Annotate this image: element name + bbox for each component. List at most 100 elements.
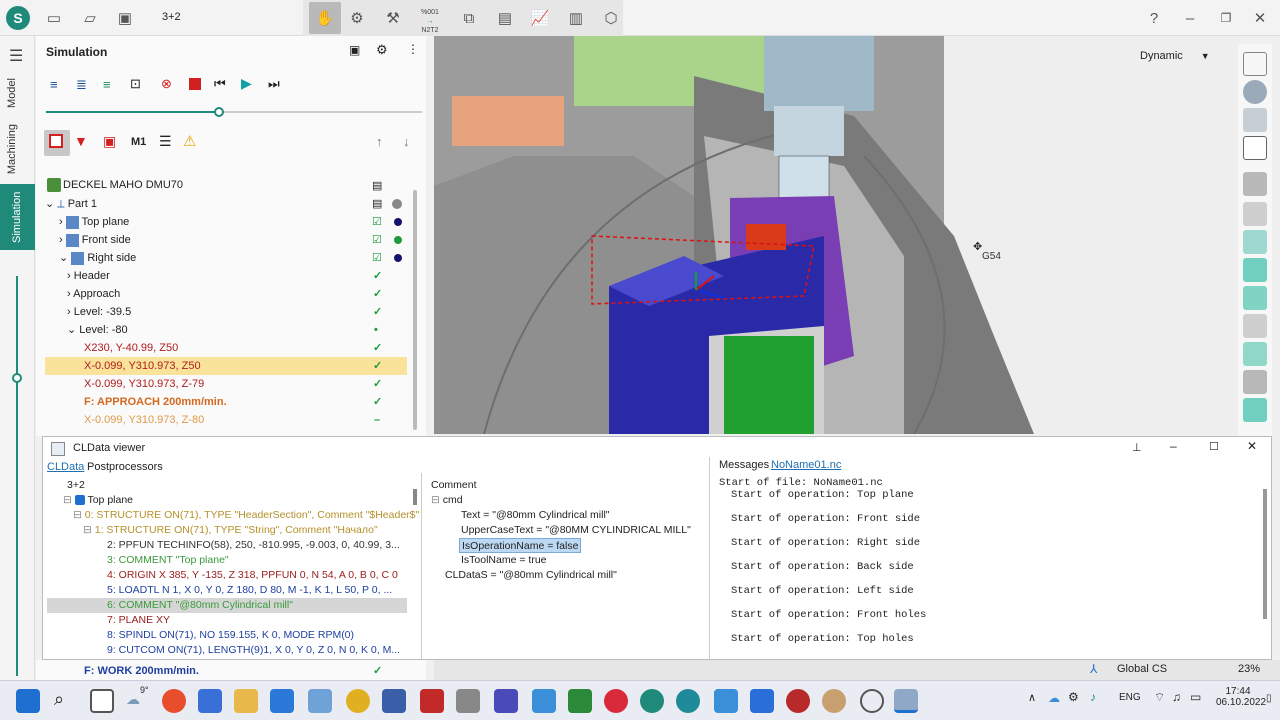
tree-row-top-plane[interactable]: › Top plane ☑ bbox=[45, 213, 407, 231]
slack-icon[interactable] bbox=[494, 689, 518, 713]
save-icon[interactable]: ▣ bbox=[113, 6, 137, 30]
menu-icon[interactable]: ☰ bbox=[9, 46, 23, 66]
collision-tool-icon[interactable]: ▼ bbox=[74, 133, 88, 149]
cld-maximize-icon[interactable]: ☐ bbox=[1209, 440, 1219, 453]
save-app-icon[interactable] bbox=[382, 689, 406, 713]
wifi-icon[interactable]: ⌔ bbox=[1154, 690, 1165, 705]
close-icon[interactable]: ✕ bbox=[1248, 6, 1272, 30]
tool-m-icon[interactable]: M1 bbox=[131, 136, 146, 148]
warning-icon[interactable]: ⚠ bbox=[183, 132, 196, 150]
notifications-icon[interactable]: ▯ bbox=[1266, 693, 1272, 704]
open-folder-icon[interactable]: ▱ bbox=[78, 6, 102, 30]
tree-row-feed-approach[interactable]: F: APPROACH 200mm/min. ✓ bbox=[45, 393, 407, 411]
cld-minimize-icon[interactable]: – bbox=[1170, 439, 1177, 453]
tab-model[interactable]: Model bbox=[6, 78, 18, 108]
cld-close-icon[interactable]: ✕ bbox=[1247, 439, 1257, 453]
tool-view-7-icon[interactable] bbox=[1243, 342, 1267, 366]
machine-panel-icon[interactable]: ▤ bbox=[493, 6, 517, 30]
save-panel-icon[interactable]: ▣ bbox=[349, 43, 360, 57]
app-dc-icon[interactable] bbox=[420, 689, 444, 713]
layers-icon[interactable]: ▥ bbox=[564, 6, 588, 30]
help-icon[interactable]: ? bbox=[1142, 6, 1166, 30]
tree-row-approach[interactable]: › Approach ✓ bbox=[45, 285, 407, 303]
app-logo-icon[interactable]: S bbox=[6, 6, 30, 30]
view-mode-select[interactable]: Dynamic ▼ bbox=[1140, 50, 1210, 62]
clock[interactable]: 17:44 06.10.2022 bbox=[1216, 686, 1266, 708]
3d-viewport[interactable] bbox=[434, 36, 1240, 434]
target-icon[interactable]: ⊡ bbox=[130, 76, 141, 92]
tool-view-4-icon[interactable] bbox=[1243, 258, 1267, 282]
minimize-icon[interactable]: – bbox=[1178, 6, 1202, 30]
tab-cldata[interactable]: CLData bbox=[47, 461, 84, 473]
stop-icon[interactable] bbox=[189, 78, 201, 90]
tool-view-5-icon[interactable] bbox=[1243, 286, 1267, 310]
pin-icon[interactable]: ⊥ bbox=[1132, 441, 1142, 454]
app-pen-icon[interactable] bbox=[714, 689, 738, 713]
word-icon[interactable] bbox=[532, 689, 556, 713]
tool-view-9-icon[interactable] bbox=[1243, 398, 1267, 422]
cld-line-7[interactable]: 7: PLANE XY bbox=[107, 613, 170, 628]
vscode-icon[interactable] bbox=[750, 689, 774, 713]
nc-program-icon[interactable]: %001 → N2T2 bbox=[421, 8, 439, 35]
tree-row-right-side[interactable]: ⌄ Right side ☑ bbox=[45, 249, 407, 267]
sprutcam-2-icon[interactable] bbox=[676, 689, 700, 713]
tree-row-front-side[interactable]: › Front side ☑ bbox=[45, 231, 407, 249]
list-view-icon[interactable]: ≡ bbox=[50, 77, 58, 92]
weather-icon[interactable]: ☁ bbox=[126, 691, 140, 708]
cld-line-3[interactable]: 3: COMMENT "Top plane" bbox=[107, 553, 229, 568]
lang-indicator[interactable]: ENG bbox=[1119, 692, 1141, 703]
comment-prop-isopname[interactable]: IsOperationName = false bbox=[459, 538, 582, 553]
cld-line-6-row[interactable]: 6: COMMENT "@80mm Cylindrical mill" bbox=[47, 598, 407, 613]
cld-line-5[interactable]: 5: LOADTL N 1, X 0, Y 0, Z 180, D 80, M … bbox=[107, 583, 392, 598]
timeline-slider[interactable] bbox=[16, 276, 18, 676]
tab-nc-file[interactable]: NoName01.nc bbox=[771, 459, 841, 471]
play-icon[interactable]: ▶ bbox=[241, 75, 252, 92]
tool-view-3-icon[interactable] bbox=[1243, 230, 1267, 254]
tree-row-move-3[interactable]: X-0.099, Y310.973, Z-79 ✓ bbox=[45, 375, 407, 393]
tab-simulation[interactable]: Simulation bbox=[0, 184, 35, 250]
wireframe-view-icon[interactable] bbox=[1243, 136, 1267, 160]
tray-chevron-icon[interactable]: ∧ bbox=[1028, 691, 1036, 704]
tray-settings-icon[interactable]: ⚙ bbox=[1068, 690, 1079, 704]
settings-icon[interactable]: ⚙ bbox=[376, 42, 388, 58]
comment-prop-uppercase[interactable]: UpperCaseText = "@80MM CYLINDRICAL MILL" bbox=[461, 523, 691, 538]
search-icon[interactable]: ⌕ bbox=[54, 689, 64, 710]
list-numbered-icon[interactable]: ≣ bbox=[76, 77, 87, 93]
more-icon[interactable]: ⋮ bbox=[407, 42, 419, 56]
app-grid-icon[interactable] bbox=[456, 689, 480, 713]
comment-prop-istoolname[interactable]: IsToolName = true bbox=[461, 553, 547, 568]
excel-icon[interactable] bbox=[568, 689, 592, 713]
start-icon[interactable] bbox=[16, 689, 40, 713]
sprutcam-red-icon[interactable] bbox=[604, 689, 628, 713]
tray-mic-icon[interactable]: ♪ bbox=[1090, 690, 1096, 704]
zoom-meetings-icon[interactable] bbox=[270, 689, 294, 713]
tool-view-1-icon[interactable] bbox=[1243, 172, 1267, 196]
cld-line-1[interactable]: ⊟ 1: STRUCTURE ON(71), TYPE "String", Co… bbox=[83, 523, 378, 538]
cld-line-4[interactable]: 4: ORIGIN X 385, Y -135, Z 318, PPFUN 0,… bbox=[107, 568, 398, 583]
connections-icon[interactable]: ⧉ bbox=[457, 6, 481, 30]
tray-cloud-icon[interactable]: ☁ bbox=[1048, 691, 1060, 705]
tool-view-2-icon[interactable] bbox=[1243, 202, 1267, 226]
avatar-app-icon[interactable] bbox=[822, 689, 846, 713]
msg-scrollbar[interactable] bbox=[1263, 489, 1267, 619]
chrome-icon[interactable] bbox=[346, 689, 370, 713]
comment-cmd[interactable]: ⊟ cmd bbox=[431, 493, 463, 508]
cld-line-0[interactable]: ⊟ 0: STRUCTURE ON(71), TYPE "HeaderSecti… bbox=[73, 508, 419, 523]
volume-icon[interactable]: ♫ bbox=[1172, 690, 1181, 704]
app-circle-icon[interactable] bbox=[860, 689, 884, 713]
task-view-icon[interactable] bbox=[90, 689, 114, 713]
tree-row-move-4[interactable]: X-0.099, Y310.973, Z-80– bbox=[45, 411, 407, 429]
tree-row-part[interactable]: ⌄ ⟂ Part 1 ▤ bbox=[45, 195, 407, 213]
sprutcam-icon[interactable] bbox=[640, 689, 664, 713]
tree-row-move-2[interactable]: X-0.099, Y310.973, Z50 ✓ bbox=[45, 357, 407, 375]
app-red-icon[interactable] bbox=[786, 689, 810, 713]
tool-view-6-icon[interactable] bbox=[1243, 314, 1267, 338]
tab-postprocessors[interactable]: Postprocessors bbox=[87, 461, 163, 473]
explorer-icon[interactable] bbox=[234, 689, 258, 713]
tree-scrollbar[interactable] bbox=[413, 190, 417, 430]
timeline-handle[interactable] bbox=[12, 373, 22, 383]
cld-line-2[interactable]: 2: PPFUN TECHINFO(58), 250, -810.995, -9… bbox=[107, 538, 400, 553]
tree-row-level-39[interactable]: › Level: -39.5 ✓ bbox=[45, 303, 407, 321]
zoom-app-icon[interactable] bbox=[198, 689, 222, 713]
chart-icon[interactable]: 📈 bbox=[528, 6, 552, 30]
